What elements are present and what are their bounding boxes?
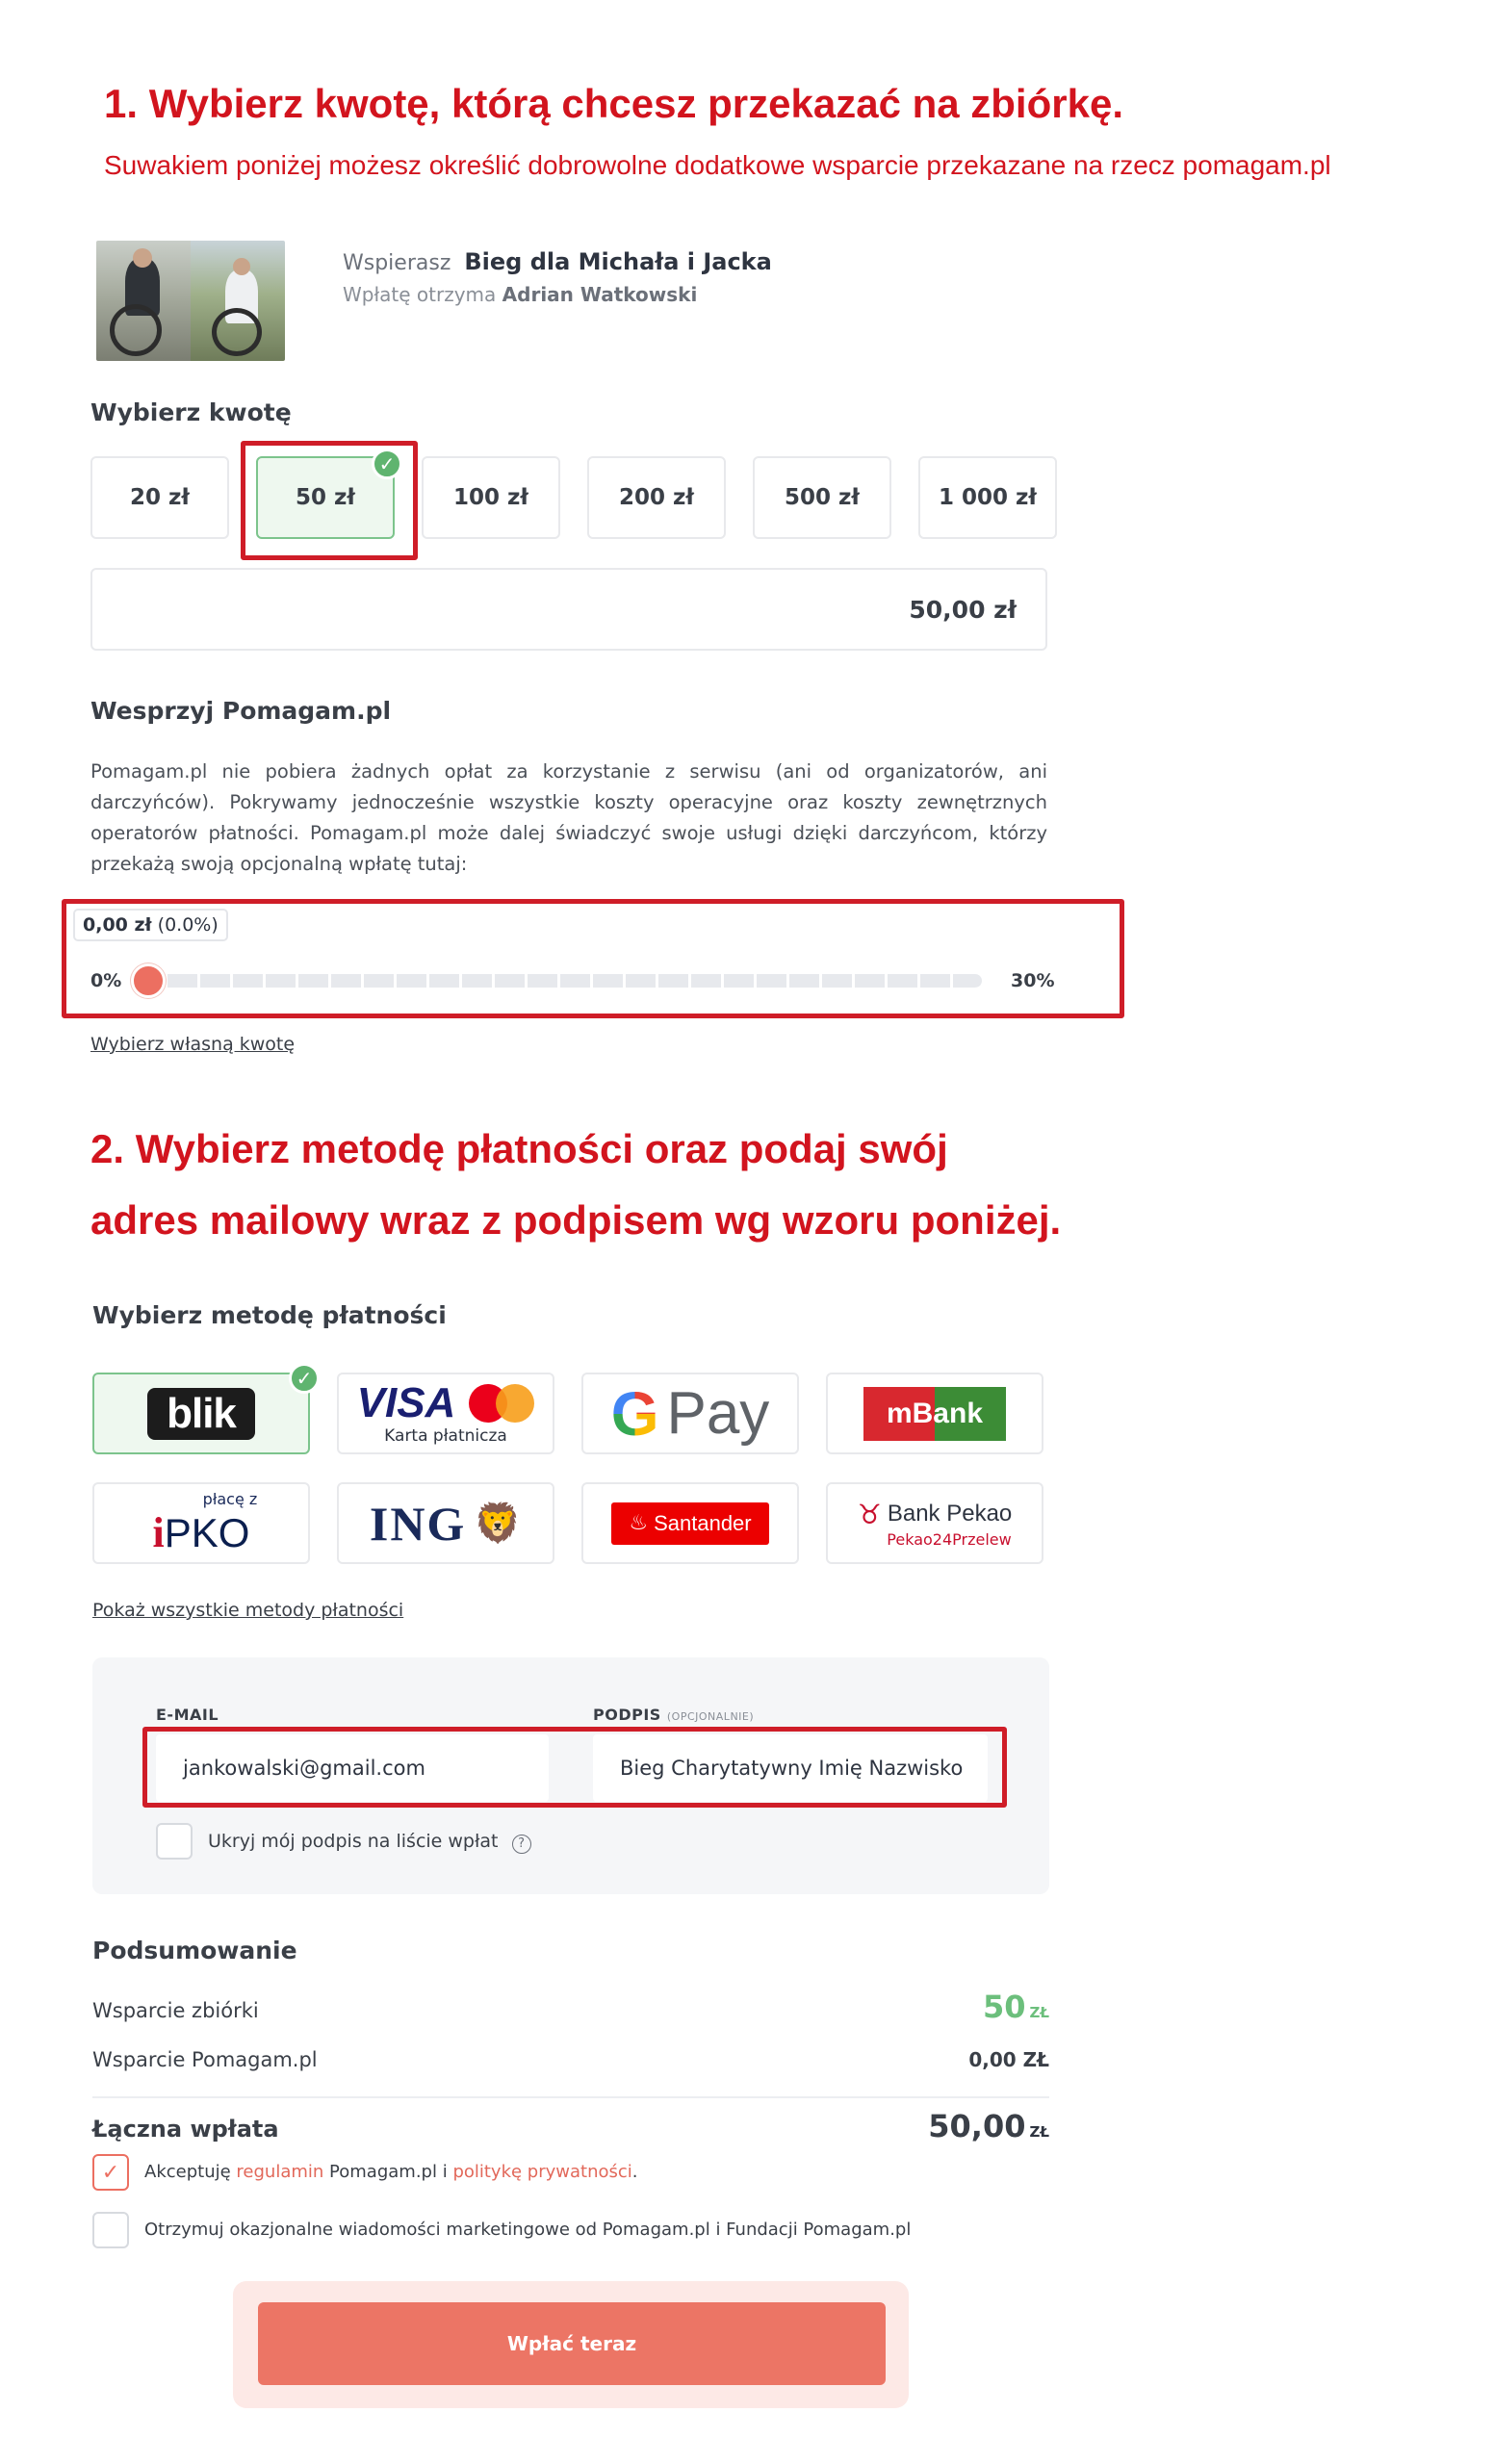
pekao-logo: ♉ Bank Pekao	[858, 1499, 1013, 1530]
google-g-icon: G	[610, 1378, 659, 1449]
summary-divider	[92, 2096, 1049, 2098]
pay-method-blik[interactable]: blik	[92, 1373, 310, 1454]
help-icon[interactable]: ?	[511, 1835, 531, 1854]
step2-title-line2: adres mailowy wraz z podpisem wg wzoru p…	[90, 1197, 1062, 1243]
amount-input[interactable]: 50,00 zł	[90, 568, 1047, 651]
ipko-logo: i PKO	[153, 1508, 250, 1557]
show-all-methods-link[interactable]: Pokaż wszystkie metody płatności	[92, 1600, 403, 1621]
platform-value: 0,00 ZŁ	[968, 2048, 1049, 2071]
campaign-photo	[96, 241, 285, 361]
mbank-logo-icon: mBank	[863, 1386, 1006, 1441]
fundraiser-label: Wsparcie zbiórki	[92, 1999, 259, 2022]
recipient-name: Adrian Watkowski	[502, 283, 698, 306]
pay-method-ing[interactable]: ING 🦁	[337, 1482, 554, 1564]
santander-logo-icon: ♨ Santander	[611, 1502, 769, 1545]
ipko-i-icon: i	[152, 1508, 165, 1556]
privacy-link[interactable]: politykę prywatności	[452, 2162, 631, 2182]
summary-heading: Podsumowanie	[92, 1937, 297, 1964]
hide-signature-checkbox[interactable]	[156, 1823, 193, 1860]
fundraiser-value: 50	[982, 1989, 1026, 2025]
ipko-top-label: płacę z	[202, 1489, 258, 1508]
total-amount: 50,00 ZŁ	[928, 2108, 1049, 2144]
step1-subtitle: Suwakiem poniżej możesz określić dobrowo…	[104, 150, 1331, 180]
pekao-caption: Pekao24Przelew	[887, 1529, 1012, 1549]
fundraiser-currency: ZŁ	[1029, 2004, 1049, 2021]
terms-consent-text: Akceptuję regulamin Pomagam.pl i polityk…	[144, 2162, 638, 2182]
terms-link[interactable]: regulamin	[236, 2162, 323, 2182]
terms-mid: Pomagam.pl i	[329, 2162, 448, 2182]
marketing-checkbox[interactable]	[92, 2212, 129, 2248]
amount-option-100[interactable]: 100 zł	[422, 456, 560, 539]
platform-label: Wsparcie Pomagam.pl	[92, 2048, 318, 2071]
support-prefix: Wspierasz	[343, 251, 451, 275]
santander-label: Santander	[654, 1510, 752, 1535]
custom-amount-link[interactable]: Wybierz własną kwotę	[90, 1034, 295, 1055]
hide-signature-label: Ukryj mój podpis na liście wpłat	[208, 1831, 499, 1852]
mastercard-icon	[469, 1383, 535, 1423]
summary-row-fundraiser: Wsparcie zbiórki 50 ZŁ	[92, 1989, 1049, 2025]
ipko-label: PKO	[164, 1509, 250, 1555]
amount-option-500[interactable]: 500 zł	[753, 456, 891, 539]
card-logo-row: VISA	[356, 1378, 535, 1426]
pay-method-mbank[interactable]: mBank	[826, 1373, 1043, 1454]
summary-row-platform: Wsparcie Pomagam.pl 0,00 ZŁ	[92, 2048, 1049, 2071]
signature-label: PODPIS	[593, 1706, 661, 1724]
blik-logo-icon: blik	[147, 1387, 255, 1440]
terms-prefix: Akceptuję	[144, 2162, 231, 2182]
platform-support-description: Pomagam.pl nie pobiera żadnych opłat za …	[90, 760, 1047, 875]
pay-method-ipko[interactable]: płacę z i PKO	[92, 1482, 310, 1564]
step2-title-line1: 2. Wybierz metodę płatności oraz podaj s…	[90, 1126, 948, 1171]
visa-label: VISA	[356, 1378, 456, 1426]
pay-method-gpay[interactable]: G Pay	[581, 1373, 799, 1454]
terms-checkbox[interactable]: ✓	[92, 2154, 129, 2191]
recipient-info: Wpłatę otrzyma Adrian Watkowski	[343, 283, 697, 306]
hide-signature-row: Ukryj mój podpis na liście wpłat ?	[208, 1831, 531, 1854]
campaign-name: Bieg dla Michała i Jacka	[464, 248, 772, 275]
amount-option-1000[interactable]: 1 000 zł	[918, 456, 1057, 539]
blik-selected-check-icon: ✓	[289, 1363, 320, 1394]
total-value: 50,00	[928, 2108, 1026, 2144]
step1-title: 1. Wybierz kwotę, którą chcesz przekazać…	[104, 81, 1123, 126]
santander-flame-icon: ♨	[629, 1511, 649, 1535]
summary-row-total: Łączna wpłata 50,00 ZŁ	[92, 2108, 1049, 2144]
blik-label: blik	[167, 1389, 237, 1437]
pay-method-pekao[interactable]: ♉ Bank Pekao Pekao24Przelew	[826, 1482, 1043, 1564]
recipient-prefix: Wpłatę otrzyma	[343, 283, 497, 306]
amount-option-20[interactable]: 20 zł	[90, 456, 229, 539]
annotation-box-form	[142, 1727, 1007, 1808]
signature-label-row: PODPIS (OPCJONALNIE)	[593, 1706, 754, 1724]
marketing-consent-text: Otrzymuj okazjonalne wiadomości marketin…	[144, 2220, 912, 2240]
pay-method-santander[interactable]: ♨ Santander	[581, 1482, 799, 1564]
amount-option-200[interactable]: 200 zł	[587, 456, 726, 539]
email-label: E-MAIL	[156, 1706, 219, 1724]
gpay-label: Pay	[666, 1380, 770, 1447]
fundraiser-amount: 50 ZŁ	[983, 1989, 1049, 2025]
total-label: Łączna wpłata	[92, 2116, 279, 2143]
ing-label: ING	[369, 1496, 467, 1551]
mbank-label: mBank	[886, 1397, 984, 1429]
pay-method-card[interactable]: VISA Karta płatnicza	[337, 1373, 554, 1454]
pekao-bison-icon: ♉	[857, 1498, 882, 1530]
platform-support-heading: Wesprzyj Pomagam.pl	[90, 697, 392, 725]
card-caption: Karta płatnicza	[384, 1425, 507, 1446]
pay-now-button[interactable]: Wpłać teraz	[258, 2302, 886, 2385]
ing-lion-icon: 🦁	[474, 1502, 523, 1546]
annotation-box-slider	[62, 899, 1124, 1018]
campaign-info: Wspierasz Bieg dla Michała i Jacka	[343, 248, 772, 275]
amount-heading: Wybierz kwotę	[90, 398, 292, 426]
payment-heading: Wybierz metodę płatności	[92, 1301, 447, 1329]
total-currency: ZŁ	[1029, 2123, 1049, 2141]
annotation-box-amount	[241, 441, 418, 560]
signature-optional-label: (OPCJONALNIE)	[666, 1710, 755, 1723]
pekao-label: Bank Pekao	[887, 1501, 1013, 1527]
terms-suffix: .	[631, 2162, 638, 2182]
